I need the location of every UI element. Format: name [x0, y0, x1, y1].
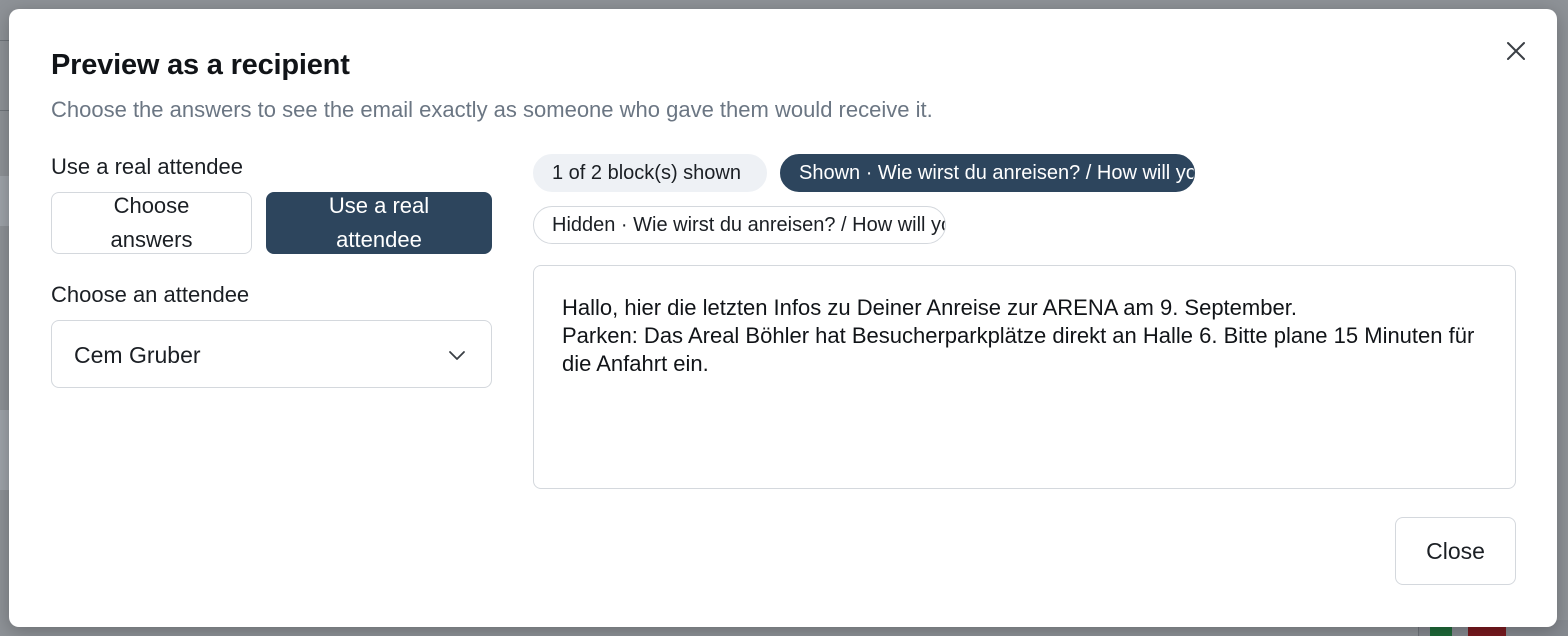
- attendee-select[interactable]: Cem Gruber: [51, 320, 492, 388]
- close-dialog-button[interactable]: [1502, 37, 1530, 65]
- blocks-count-badge: 1 of 2 block(s) shown: [533, 154, 767, 192]
- preview-recipient-dialog: Preview as a recipient Choose the answer…: [9, 9, 1557, 627]
- use-real-attendee-button[interactable]: Use a real attendee: [266, 192, 492, 254]
- hidden-block-chip[interactable]: Hidden · Wie wirst du anreisen? / How wi…: [533, 206, 946, 244]
- close-button[interactable]: Close: [1395, 517, 1516, 585]
- close-icon: [1507, 42, 1525, 60]
- choose-answers-button[interactable]: Choose answers: [51, 192, 252, 254]
- shown-block-chip[interactable]: Shown · Wie wirst du anreisen? / How wil…: [780, 154, 1195, 192]
- backdrop-green-icon: [1430, 626, 1452, 636]
- attendee-label: Choose an attendee: [51, 282, 250, 307]
- email-preview: Hallo, hier die letzten Infos zu Deiner …: [533, 265, 1516, 489]
- dialog-title: Preview as a recipient: [51, 49, 350, 81]
- chevron-down-icon: [449, 351, 465, 360]
- attendee-selected-value: Cem Gruber: [74, 342, 201, 368]
- email-preview-line: Hallo, hier die letzten Infos zu Deiner …: [562, 295, 1297, 320]
- mode-label: Use a real attendee: [51, 154, 244, 179]
- email-preview-line: Parken: Das Areal Böhler hat Besucherpar…: [562, 323, 1475, 376]
- dialog-subtitle: Choose the answers to see the email exac…: [51, 97, 933, 122]
